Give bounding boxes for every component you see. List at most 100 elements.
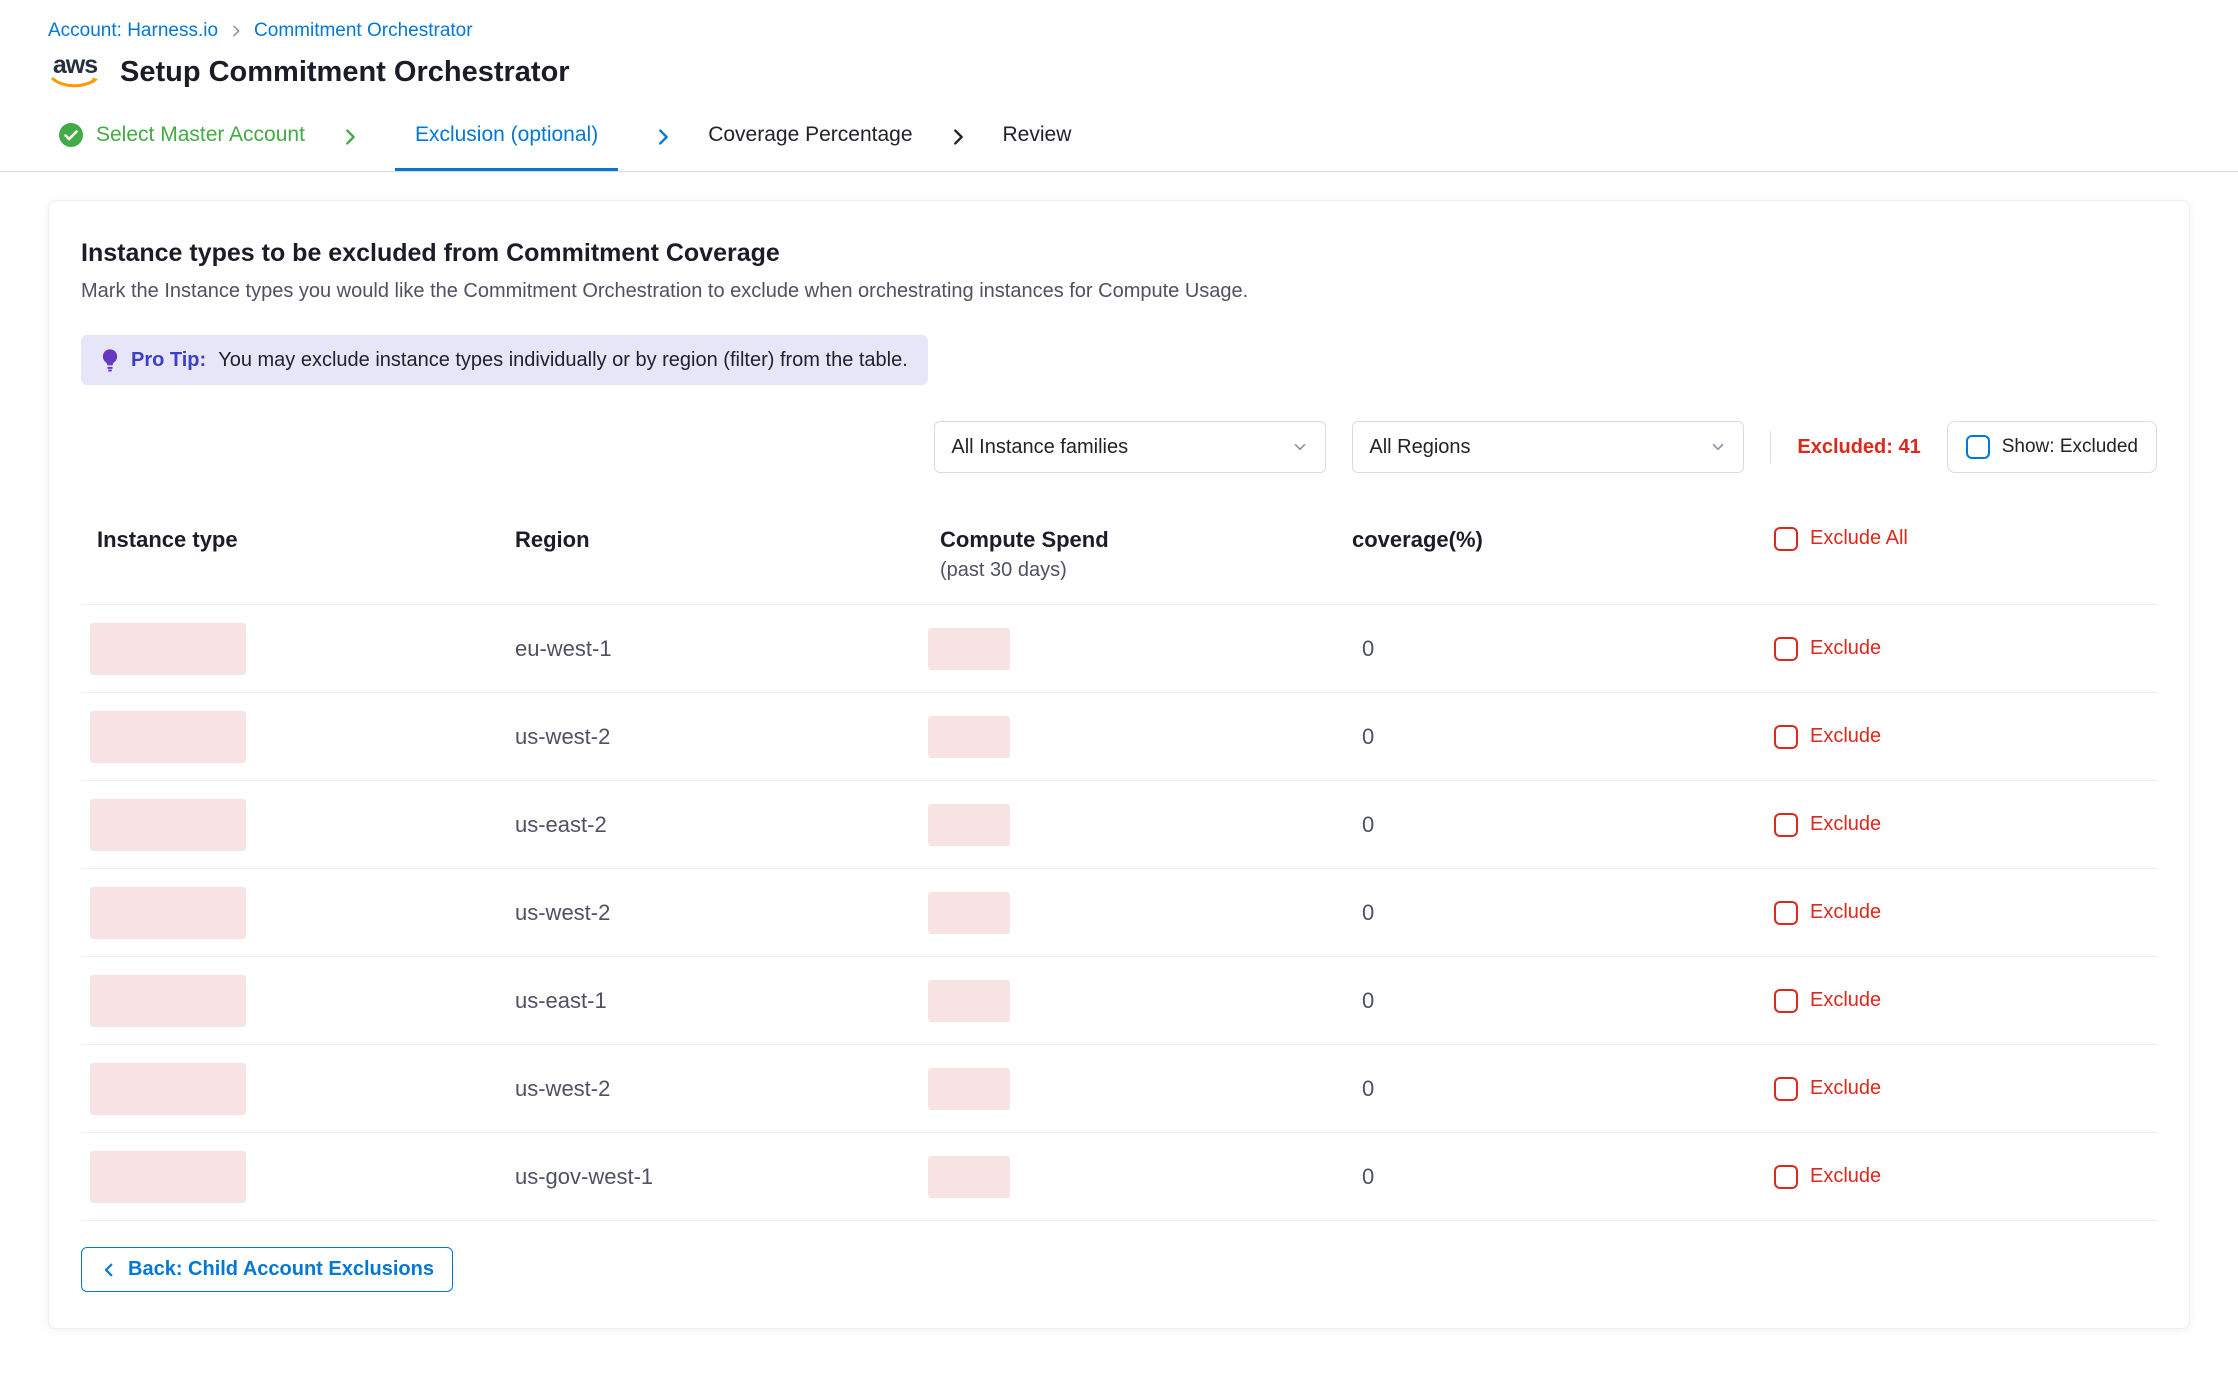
table-body: eu-west-10Excludeus-west-20Excludeus-eas… (81, 605, 2157, 1221)
exclusion-card: Instance types to be excluded from Commi… (48, 200, 2190, 1329)
coverage-cell: 0 (1352, 900, 1774, 926)
exclude-checkbox[interactable] (1774, 725, 1798, 749)
breadcrumb-chevron-icon (228, 23, 244, 39)
redacted-instance-type (90, 799, 246, 851)
regions-select[interactable]: All Regions (1352, 421, 1744, 473)
table-row: eu-west-10Exclude (81, 605, 2157, 693)
exclude-label: Exclude (1810, 989, 1881, 1012)
exclude-row-control[interactable]: Exclude (1774, 1077, 2157, 1101)
redacted-instance-type (90, 887, 246, 939)
redacted-instance-type (90, 623, 246, 675)
section-subtitle: Mark the Instance types you would like t… (81, 280, 2157, 303)
title-row: aws Setup Commitment Orchestrator (48, 54, 2190, 90)
table-row: us-east-1 0 Exclude (81, 957, 2157, 1045)
show-excluded-toggle[interactable]: Show: Excluded (1947, 421, 2157, 473)
instance-families-value: All Instance families (951, 436, 1128, 459)
divider (1770, 431, 1771, 463)
redacted-instance-type (90, 711, 246, 763)
redacted-instance-type (90, 1151, 246, 1203)
redacted-compute-spend (928, 892, 1010, 934)
breadcrumb-account-link[interactable]: Account: Harness.io (48, 20, 218, 42)
filter-row: All Instance families All Regions Exclud… (81, 421, 2157, 473)
header-compute-spend: Compute Spend (940, 527, 1109, 553)
region-cell: us-east-1 (515, 988, 940, 1014)
redacted-compute-spend (928, 716, 1010, 758)
show-excluded-label: Show: Excluded (2002, 436, 2138, 458)
coverage-cell: 0 (1352, 636, 1774, 662)
step-label: Select Master Account (96, 123, 305, 147)
exclude-checkbox[interactable] (1774, 1165, 1798, 1189)
coverage-cell: 0 (1352, 724, 1774, 750)
chevron-left-icon (100, 1261, 118, 1279)
table-row: us-gov-west-1 0 Exclude (81, 1133, 2157, 1221)
chevron-down-icon (1709, 438, 1727, 456)
exclude-row-control[interactable]: Exclude (1774, 989, 2157, 1013)
exclude-label: Exclude (1810, 1165, 1881, 1188)
excluded-count: Excluded: 41 (1797, 436, 1920, 459)
aws-logo-icon: aws (48, 54, 102, 90)
exclude-label: Exclude (1810, 901, 1881, 924)
coverage-cell: 0 (1352, 1076, 1774, 1102)
step-select-master-account[interactable]: Select Master Account (58, 102, 305, 171)
region-cell: us-west-2 (515, 1076, 940, 1102)
exclude-checkbox[interactable] (1774, 813, 1798, 837)
chevron-right-icon (652, 126, 674, 148)
region-cell: us-gov-west-1 (515, 1164, 940, 1190)
breadcrumb-page-link[interactable]: Commitment Orchestrator (254, 20, 473, 42)
header-instance-type: Instance type (97, 527, 238, 553)
exclude-all-checkbox[interactable] (1774, 527, 1798, 551)
breadcrumb: Account: Harness.io Commitment Orchestra… (48, 20, 2190, 42)
coverage-cell: 0 (1352, 1164, 1774, 1190)
coverage-cell: 0 (1352, 988, 1774, 1014)
chevron-down-icon (1291, 438, 1309, 456)
step-exclusion[interactable]: Exclusion (optional) (395, 102, 618, 171)
step-review[interactable]: Review (1003, 102, 1072, 171)
exclude-row-control[interactable]: Exclude (1774, 1165, 2157, 1189)
check-circle-icon (58, 122, 84, 148)
instance-families-select[interactable]: All Instance families (934, 421, 1326, 473)
redacted-instance-type (90, 1063, 246, 1115)
regions-value: All Regions (1369, 436, 1470, 459)
exclude-all-label: Exclude All (1810, 527, 1908, 550)
table-row: us-west-2 0 Exclude (81, 693, 2157, 781)
step-label: Review (1003, 123, 1072, 147)
redacted-instance-type (90, 975, 246, 1027)
region-cell: us-east-2 (515, 812, 940, 838)
region-cell: us-west-2 (515, 724, 940, 750)
stepper: Select Master Account Exclusion (optiona… (0, 102, 2238, 172)
exclude-row-control[interactable]: Exclude (1774, 637, 2157, 661)
table-row: us-west-2 0 Exclude (81, 1045, 2157, 1133)
show-excluded-checkbox[interactable] (1966, 435, 1990, 459)
page-header: Account: Harness.io Commitment Orchestra… (0, 0, 2238, 90)
exclude-checkbox[interactable] (1774, 1077, 1798, 1101)
lightbulb-icon (101, 348, 119, 372)
page-title: Setup Commitment Orchestrator (120, 56, 570, 89)
aws-smile-icon (51, 76, 99, 90)
back-button[interactable]: Back: Child Account Exclusions (81, 1247, 453, 1292)
exclude-row-control[interactable]: Exclude (1774, 725, 2157, 749)
redacted-compute-spend (928, 804, 1010, 846)
table-row: us-west-2 0 Exclude (81, 869, 2157, 957)
exclude-label: Exclude (1810, 1077, 1881, 1100)
step-label: Exclusion (optional) (415, 123, 598, 147)
redacted-compute-spend (928, 628, 1010, 670)
region-cell: us-west-2 (515, 900, 940, 926)
exclude-row-control[interactable]: Exclude (1774, 901, 2157, 925)
exclude-label: Exclude (1810, 813, 1881, 836)
exclude-checkbox[interactable] (1774, 989, 1798, 1013)
exclude-all-control[interactable]: Exclude All (1774, 527, 2157, 582)
table-row: us-east-20Exclude (81, 781, 2157, 869)
exclude-row-control[interactable]: Exclude (1774, 813, 2157, 837)
exclude-checkbox[interactable] (1774, 637, 1798, 661)
section-title: Instance types to be excluded from Commi… (81, 239, 2157, 268)
header-coverage: coverage(%) (1352, 527, 1483, 553)
exclude-label: Exclude (1810, 725, 1881, 748)
table-header: Instance type Region Compute Spend (past… (81, 527, 2157, 605)
header-region: Region (515, 527, 590, 553)
exclude-checkbox[interactable] (1774, 901, 1798, 925)
exclusion-table: Instance type Region Compute Spend (past… (81, 527, 2157, 1221)
redacted-compute-spend (928, 980, 1010, 1022)
redacted-compute-spend (928, 1156, 1010, 1198)
step-coverage-percentage[interactable]: Coverage Percentage (708, 102, 912, 171)
pro-tip-text: You may exclude instance types individua… (218, 349, 908, 372)
